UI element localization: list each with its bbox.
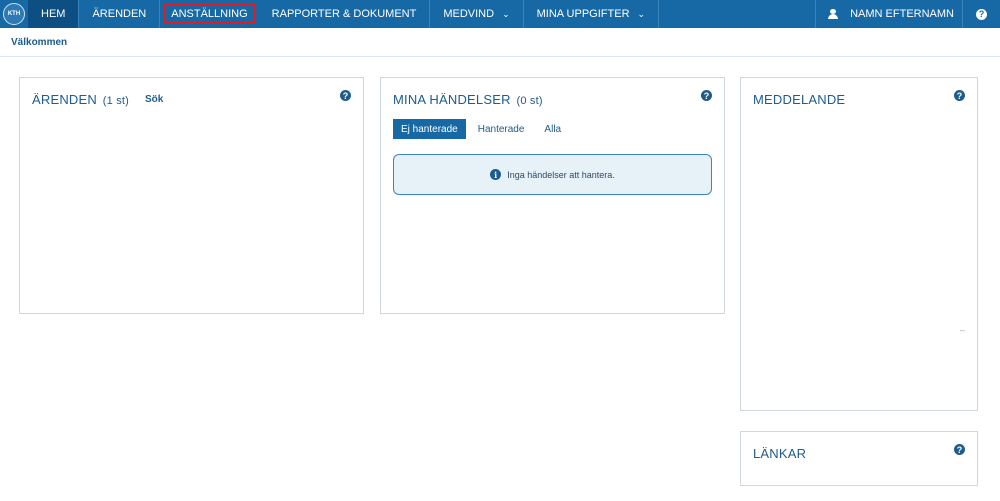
help-icon[interactable]: ? xyxy=(340,90,351,101)
arenden-panel: ÄRENDEN (1 st) Sök ? xyxy=(19,77,364,314)
nav-item-label: MINA UPPGIFTER xyxy=(536,8,630,20)
meddelande-dash: – xyxy=(959,325,965,335)
kth-logo-icon: KTH xyxy=(3,3,25,25)
nav-item-hem[interactable]: HEM xyxy=(28,0,80,28)
handelser-count: (0 st) xyxy=(516,95,543,107)
nav-item-label: ANSTÄLLNING xyxy=(171,8,248,20)
panel-title: ÄRENDEN (1 st) xyxy=(32,92,129,107)
user-name: NAMN EFTERNAMN xyxy=(850,8,954,20)
nav-item-label: RAPPORTER & DOKUMENT xyxy=(271,8,417,20)
nav-item-label: HEM xyxy=(41,8,66,20)
nav-item-anstallning[interactable]: ANSTÄLLNING xyxy=(163,4,256,24)
handelser-title: MINA HÄNDELSER xyxy=(393,92,511,107)
user-menu[interactable]: NAMN EFTERNAMN xyxy=(815,0,962,28)
help-icon[interactable]: ? xyxy=(954,444,965,455)
meddelande-title: MEDDELANDE xyxy=(753,92,846,107)
help-icon: ? xyxy=(976,8,987,20)
info-message: i Inga händelser att hantera. xyxy=(393,154,712,195)
info-icon: i xyxy=(490,169,502,180)
nav-item-rapporter-dokument[interactable]: RAPPORTER & DOKUMENT xyxy=(259,0,431,28)
arenden-count: (1 st) xyxy=(102,95,130,107)
help-icon[interactable]: ? xyxy=(701,90,712,101)
nav-item-medvind[interactable]: MEDVIND ⌄ xyxy=(430,0,524,28)
handelser-panel: MINA HÄNDELSER (0 st) ? Ej hanterade Han… xyxy=(380,77,725,314)
tab-ej-hanterade[interactable]: Ej hanterade xyxy=(393,119,466,139)
panel-title: MINA HÄNDELSER (0 st) xyxy=(393,92,543,107)
nav-item-mina-uppgifter[interactable]: MINA UPPGIFTER ⌄ xyxy=(524,0,660,28)
handelser-tabs: Ej hanterade Hanterade Alla xyxy=(393,119,573,139)
help-button[interactable]: ? xyxy=(962,0,1000,28)
tab-hanterade[interactable]: Hanterade xyxy=(470,119,533,139)
tab-alla[interactable]: Alla xyxy=(536,119,569,139)
top-navigation: KTH HEM ÄRENDEN ANSTÄLLNING RAPPORTER & … xyxy=(0,0,1000,28)
nav-item-arenden[interactable]: ÄRENDEN xyxy=(79,0,161,28)
chevron-down-icon: ⌄ xyxy=(502,8,510,19)
user-icon xyxy=(828,9,839,19)
breadcrumb-welcome[interactable]: Välkommen xyxy=(11,37,67,48)
info-text: Inga händelser att hantera. xyxy=(507,169,615,180)
breadcrumb: Välkommen xyxy=(0,28,1000,57)
help-icon[interactable]: ? xyxy=(954,90,965,101)
sok-link[interactable]: Sök xyxy=(145,94,163,105)
meddelande-panel: MEDDELANDE ? – xyxy=(740,77,978,411)
lankar-panel: LÄNKAR ? xyxy=(740,431,978,486)
arenden-title: ÄRENDEN xyxy=(32,92,97,107)
lankar-title: LÄNKAR xyxy=(753,446,807,461)
chevron-down-icon: ⌄ xyxy=(637,8,646,19)
nav-item-label: MEDVIND xyxy=(443,8,495,20)
kth-logo[interactable]: KTH xyxy=(0,0,28,28)
nav-item-label: ÄRENDEN xyxy=(92,8,147,20)
